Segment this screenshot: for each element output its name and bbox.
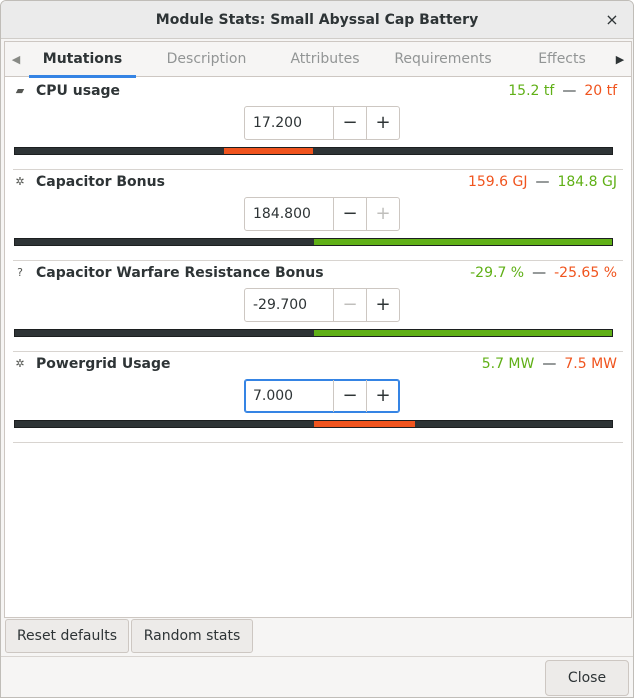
unknown-attribute-icon: ? — [17, 266, 23, 279]
value-input[interactable]: 7.000 — [245, 380, 333, 412]
value-input[interactable]: 17.200 — [245, 107, 333, 139]
slider-fill — [313, 330, 612, 336]
close-icon[interactable]: × — [603, 11, 621, 29]
tab-bar: ◀ Mutations Description Attributes Requi… — [5, 42, 631, 78]
slider-fill — [313, 239, 612, 245]
range-max: -25.65 % — [554, 265, 617, 281]
mutation-row-capacitor-warfare-resistance: ? Capacitor Warfare Resistance Bonus -29… — [13, 261, 623, 352]
range-dash: — — [562, 83, 577, 99]
attribute-range: 15.2 tf — 20 tf — [508, 83, 617, 99]
tab-attributes[interactable]: Attributes — [277, 42, 373, 77]
decrement-button[interactable]: − — [333, 198, 366, 230]
decrement-button[interactable]: − — [333, 289, 366, 321]
attribute-range: 5.7 MW — 7.5 MW — [482, 356, 617, 372]
increment-button[interactable]: + — [366, 380, 399, 412]
mutation-row-capacitor-bonus: ✲ Capacitor Bonus 159.6 GJ — 184.8 GJ 184.… — [13, 170, 623, 261]
value-input[interactable]: 184.800 — [245, 198, 333, 230]
close-button[interactable]: Close — [545, 660, 629, 696]
tab-description[interactable]: Description — [136, 42, 277, 77]
capacitor-icon: ✲ — [15, 175, 25, 188]
attribute-range: -29.7 % — -25.65 % — [470, 265, 617, 281]
value-spinbutton: 184.800 − + — [244, 197, 400, 231]
reset-defaults-button[interactable]: Reset defaults — [5, 619, 129, 653]
attribute-range: 159.6 GJ — 184.8 GJ — [468, 174, 617, 190]
tab-mutations[interactable]: Mutations — [29, 42, 136, 78]
value-spinbutton: 7.000 − + — [244, 379, 400, 413]
range-max: 184.8 GJ — [557, 174, 617, 190]
module-stats-window: Module Stats: Small Abyssal Cap Battery … — [0, 0, 634, 698]
attribute-name: CPU usage — [36, 83, 121, 99]
tab-scroll-left-icon[interactable]: ◀ — [5, 42, 27, 77]
row-separator — [13, 442, 623, 443]
value-spinbutton: 17.200 − + — [244, 106, 400, 140]
range-max: 7.5 MW — [564, 356, 617, 372]
range-dash: — — [542, 356, 557, 372]
titlebar: Module Stats: Small Abyssal Cap Battery … — [1, 1, 633, 39]
attribute-name: Capacitor Warfare Resistance Bonus — [36, 265, 324, 281]
increment-button[interactable]: + — [366, 289, 399, 321]
range-min: -29.7 % — [470, 265, 525, 281]
mutation-slider[interactable] — [14, 147, 613, 155]
attribute-name: Powergrid Usage — [36, 356, 171, 372]
window-title: Module Stats: Small Abyssal Cap Battery — [155, 11, 479, 28]
increment-button[interactable]: + — [366, 107, 399, 139]
range-min: 159.6 GJ — [467, 174, 528, 190]
tab-requirements[interactable]: Requirements — [373, 42, 513, 77]
decrement-button[interactable]: − — [333, 107, 366, 139]
mutation-slider[interactable] — [14, 329, 613, 337]
mutation-slider[interactable] — [14, 238, 613, 246]
value-input[interactable]: -29.700 — [245, 289, 333, 321]
powergrid-icon: ✲ — [15, 357, 25, 370]
action-bar: Reset defaults Random stats — [1, 618, 633, 656]
tab-scroll-right-icon[interactable]: ▶ — [609, 42, 631, 77]
random-stats-button[interactable]: Random stats — [131, 619, 253, 653]
range-max: 20 tf — [584, 83, 617, 99]
mutation-row-powergrid-usage: ✲ Powergrid Usage 5.7 MW — 7.5 MW 7.000 − … — [13, 352, 623, 443]
range-dash: — — [535, 174, 550, 190]
attribute-name: Capacitor Bonus — [36, 174, 165, 190]
dialog-footer: Close — [1, 656, 633, 697]
range-min: 15.2 tf — [508, 83, 555, 99]
notebook: ◀ Mutations Description Attributes Requi… — [4, 41, 632, 618]
range-dash: — — [532, 265, 547, 281]
increment-button[interactable]: + — [366, 198, 399, 230]
mutation-row-cpu-usage: ▰ CPU usage 15.2 tf — 20 tf 17.200 − + — [13, 79, 623, 170]
tab-effects[interactable]: Effects — [513, 42, 611, 77]
slider-fill — [223, 148, 314, 154]
mutation-slider[interactable] — [14, 420, 613, 428]
decrement-button[interactable]: − — [333, 380, 366, 412]
slider-fill — [313, 421, 415, 427]
value-spinbutton: -29.700 − + — [244, 288, 400, 322]
cpu-icon: ▰ — [15, 84, 25, 97]
range-min: 5.7 MW — [481, 356, 535, 372]
